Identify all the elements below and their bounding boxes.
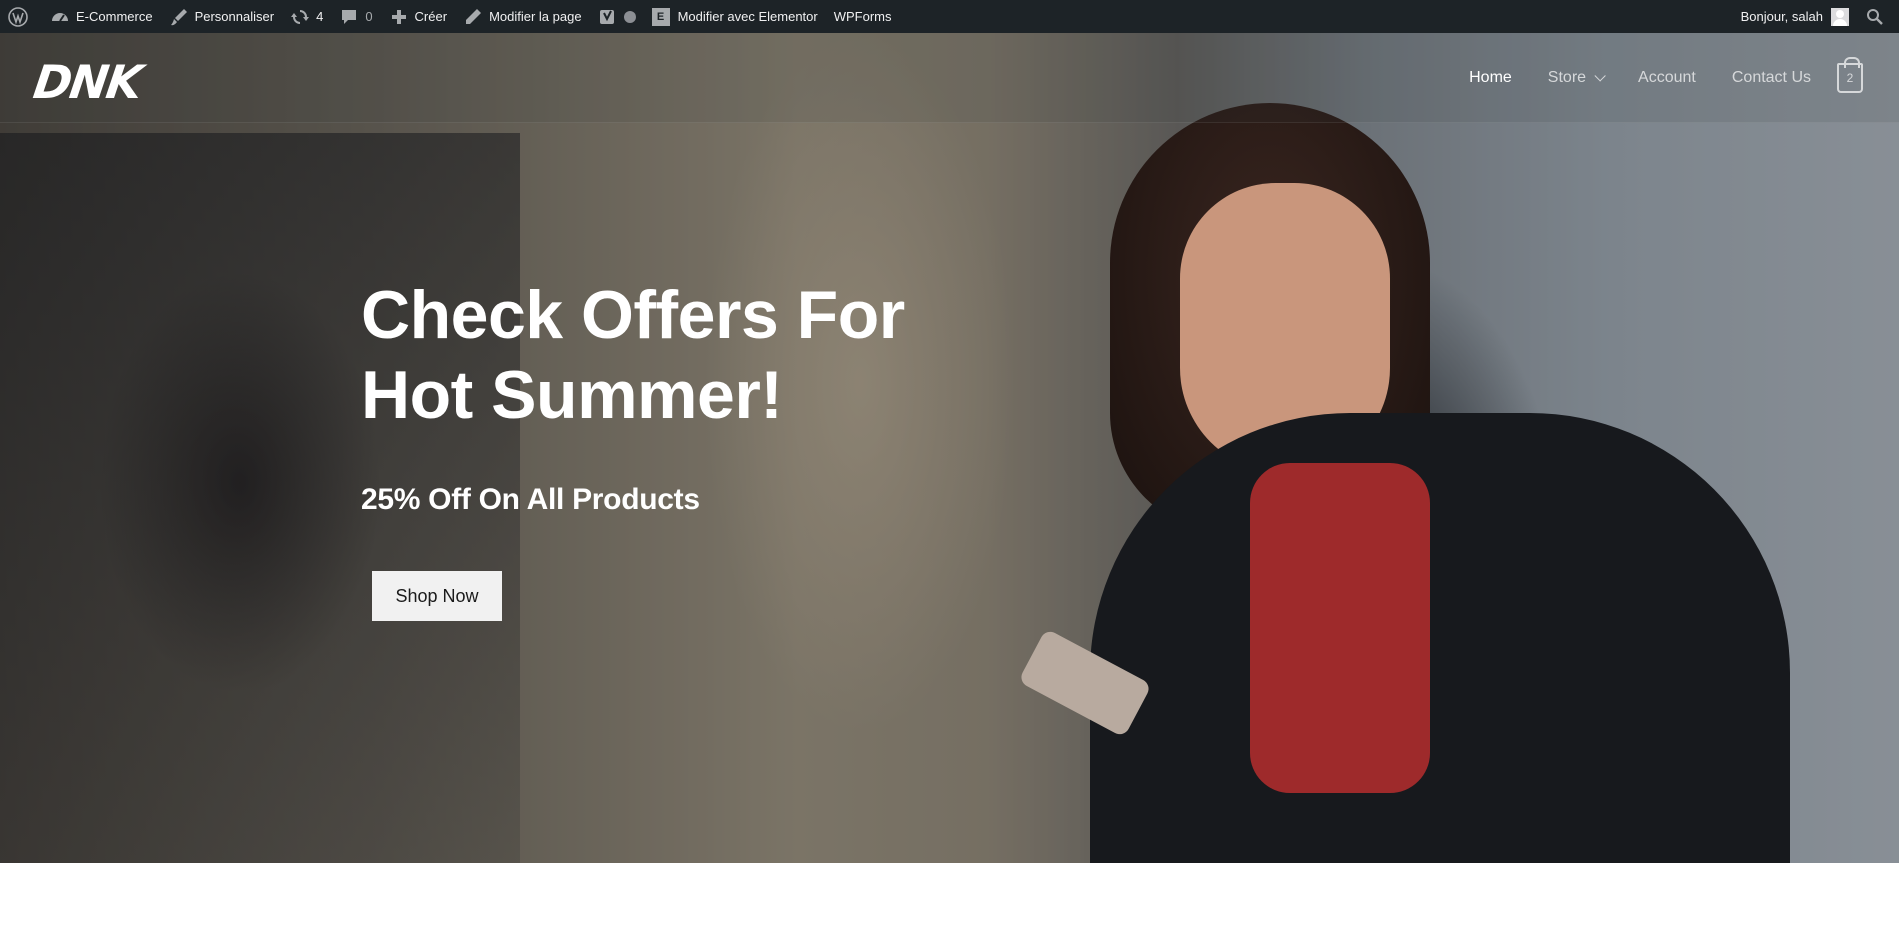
customize-link[interactable]: Personnaliser (161, 0, 283, 33)
search-icon (1867, 8, 1883, 25)
seo-status-dot-icon (623, 10, 636, 23)
comments-count: 0 (365, 9, 373, 24)
elementor-edit-link[interactable]: E Modifier avec Elementor (644, 0, 826, 33)
customize-label: Personnaliser (194, 9, 275, 24)
nav-store-label: Store (1547, 69, 1587, 86)
avatar (1831, 7, 1849, 26)
wordpress-icon (8, 6, 28, 27)
pencil-icon (466, 8, 482, 24)
hero-content: Check Offers For Hot Summer! 25% Off On … (361, 275, 921, 621)
site-logo[interactable]: DNK (30, 55, 144, 109)
yoast-seo-menu[interactable] (590, 0, 644, 33)
admin-bar: E-Commerce Personnaliser 4 0 Créer Modif… (0, 0, 1899, 33)
nav-store[interactable]: Store (1547, 69, 1606, 87)
update-icon (291, 9, 310, 24)
cart-count: 2 (1846, 71, 1854, 85)
hero-subtitle: 25% Off On All Products (361, 483, 700, 516)
updates-count: 4 (316, 9, 324, 24)
plus-icon (391, 9, 406, 24)
site-name-label: E-Commerce (76, 9, 153, 24)
comment-icon (342, 9, 357, 24)
site-header: DNK Home Store Account Contact Us 2 (0, 33, 1899, 123)
brush-icon (170, 8, 187, 25)
nav-home[interactable]: Home (1469, 69, 1512, 87)
site-name-menu[interactable]: E-Commerce (42, 0, 161, 33)
wordpress-logo-menu[interactable] (0, 0, 42, 33)
yoast-icon (599, 9, 614, 24)
shop-now-button[interactable]: Shop Now (372, 571, 502, 621)
edit-page-link[interactable]: Modifier la page (455, 0, 590, 33)
wpforms-label: WPForms (833, 9, 892, 24)
hero-banner (0, 33, 1899, 863)
greeting-label: Bonjour, salah (1740, 9, 1823, 24)
elementor-icon: E (651, 7, 670, 26)
cart-bag-icon[interactable]: 2 (1837, 57, 1863, 93)
hero-image-coat (1090, 413, 1790, 863)
edit-page-label: Modifier la page (489, 9, 582, 24)
elementor-label: Modifier avec Elementor (677, 9, 818, 24)
new-content-menu[interactable]: Créer (381, 0, 456, 33)
hero-image-shirt (1250, 463, 1430, 793)
main-navigation: Home Store Account Contact Us (1433, 33, 1811, 123)
admin-search[interactable] (1857, 0, 1899, 33)
nav-contact-us[interactable]: Contact Us (1732, 69, 1811, 87)
comments-link[interactable]: 0 (331, 0, 380, 33)
my-account-menu[interactable]: Bonjour, salah (1733, 0, 1857, 33)
chevron-down-icon (1594, 70, 1606, 82)
new-content-label: Créer (414, 9, 448, 24)
hero-title: Check Offers For Hot Summer! (361, 277, 905, 433)
nav-account[interactable]: Account (1638, 69, 1696, 87)
dashboard-icon (52, 12, 68, 22)
updates-link[interactable]: 4 (282, 0, 331, 33)
wpforms-menu[interactable]: WPForms (826, 0, 900, 33)
